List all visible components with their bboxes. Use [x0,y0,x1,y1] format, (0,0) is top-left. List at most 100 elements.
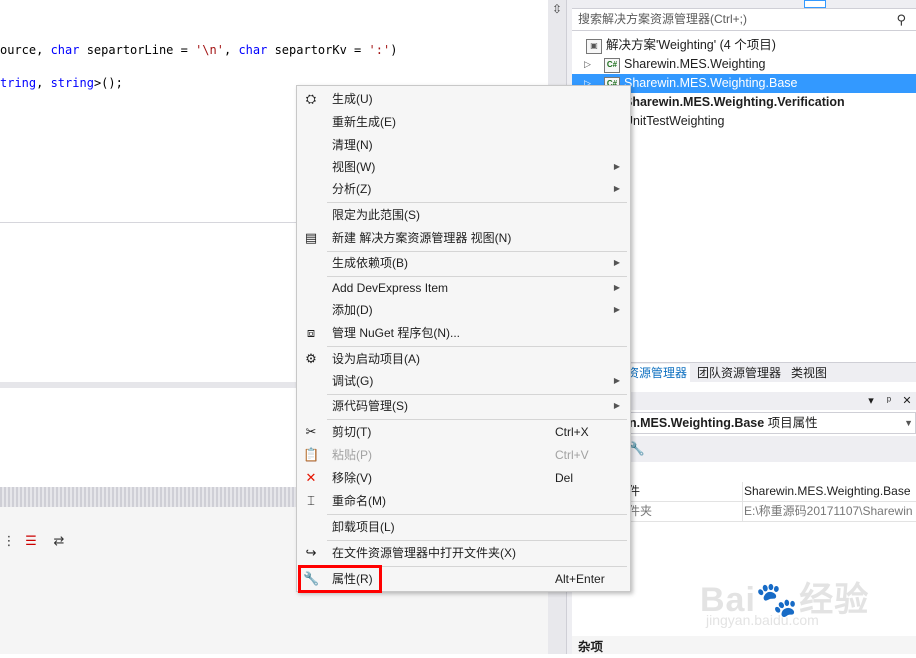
property-category-label: 杂项 [572,636,916,654]
menu-item-label: 添加(D) [332,303,373,317]
code-token: , [36,76,51,90]
menu-item-label: 清理(N) [332,138,373,152]
expand-arrow-icon[interactable]: ▷ [584,55,591,74]
gear-icon: ⚙ [305,351,317,366]
code-token: , [223,43,239,57]
menu-item-scope-to-this[interactable]: 限定为此范围(S) [297,204,630,226]
menu-item-label: 分析(Z) [332,182,372,196]
menu-item-remove[interactable]: ✕ 移除(V) Del [297,467,630,489]
nuget-icon: ⧈ [306,325,316,340]
menu-shortcut: Ctrl+V [555,448,589,462]
chevron-down-icon[interactable]: ▼ [904,413,913,433]
menu-item-label: 设为启动项目(A) [332,352,420,366]
code-string: ':' [368,43,391,57]
menu-item-set-startup[interactable]: ⚙ 设为启动项目(A) [297,348,630,370]
menu-item-label: 移除(V) [332,471,372,485]
tab-team-explorer[interactable]: 团队资源管理器 [694,364,784,382]
tree-item-label: Sharewin.MES.Weighting.Verification [624,95,845,109]
open-folder-icon: ↪ [305,545,317,560]
menu-item-label: 重新生成(E) [332,115,396,129]
tree-item-solution[interactable]: ▣ 解决方案'Weighting' (4 个项目) [572,36,916,55]
property-value: E:\称重源码20171107\Sharewin [744,504,913,518]
remove-icon: ✕ [305,470,317,485]
menu-item-paste: 📋 粘贴(P) Ctrl+V [297,444,630,466]
submenu-arrow-icon: ▶ [613,258,620,267]
project-context-menu: ⛭ 生成(U) 重新生成(E) 清理(N) 视图(W) ▶ 分析(Z) ▶ 限定… [296,85,631,592]
menu-separator [327,514,627,515]
code-token: ) [390,43,398,57]
toolbar-separator-icon: ⋮ [2,533,16,548]
search-icon[interactable]: ⚲ [896,9,906,30]
tree-item-label: UnitTestWeighting [624,114,725,128]
code-string: '\n' [195,43,224,57]
solution-explorer-search-input[interactable]: 搜索解决方案资源管理器(Ctrl+;) ⚲ [572,9,916,31]
menu-item-label: 剪切(T) [332,425,372,439]
menu-item-label: 生成依赖项(B) [332,256,408,270]
solution-explorer-toolbar [572,0,916,9]
rename-icon: ⌶ [307,493,315,508]
clear-list-icon[interactable]: ☰ [22,532,40,550]
menu-item-debug[interactable]: 调试(G) ▶ [297,370,630,392]
tree-item-label: Sharewin.MES.Weighting.Base [624,76,798,90]
tab-class-view[interactable]: 类视图 [788,364,830,382]
menu-item-label: 管理 NuGet 程序包(N)... [332,326,461,340]
menu-item-build[interactable]: ⛭ 生成(U) [297,88,630,110]
menu-item-open-in-explorer[interactable]: ↪ 在文件资源管理器中打开文件夹(X) [297,542,630,564]
menu-item-new-explorer-view[interactable]: ▤ 新建 解决方案资源管理器 视图(N) [297,227,630,249]
menu-item-add[interactable]: 添加(D) ▶ [297,299,630,321]
menu-item-label: 重命名(M) [332,494,386,508]
menu-item-manage-nuget[interactable]: ⧈ 管理 NuGet 程序包(N)... [297,322,630,344]
submenu-arrow-icon: ▶ [613,376,620,385]
submenu-arrow-icon: ▶ [613,305,620,314]
menu-item-analyze[interactable]: 分析(Z) ▶ [297,178,630,200]
paste-icon: 📋 [303,447,320,462]
menu-separator [327,202,627,203]
menu-item-label: 源代码管理(S) [332,399,408,413]
baidu-watermark: Bai🐾经验 jingyan.baidu.com [700,572,880,636]
close-icon[interactable]: ✕ [900,392,914,410]
submenu-arrow-icon: ▶ [613,401,620,410]
solution-icon: ▣ [586,39,602,54]
toolbar-toggle-button[interactable] [804,0,826,8]
menu-item-rename[interactable]: ⌶ 重命名(M) [297,490,630,512]
submenu-arrow-icon: ▶ [613,184,620,193]
menu-item-build-dependencies[interactable]: 生成依赖项(B) ▶ [297,252,630,274]
annotation-highlight-box [298,565,382,593]
menu-item-label: 新建 解决方案资源管理器 视图(N) [332,231,512,245]
menu-separator [327,419,627,420]
split-window-icon[interactable]: ⇳ [549,1,565,17]
menu-item-label: 生成(U) [332,92,373,106]
menu-shortcut: Del [555,471,574,485]
code-token: ource, [0,43,51,57]
property-column-divider[interactable] [742,482,743,522]
dropdown-icon[interactable]: ▾ [864,392,878,410]
menu-item-unload-project[interactable]: 卸载项目(L) [297,516,630,538]
tree-item-project[interactable]: ▷ C# Sharewin.MES.Weighting [572,55,916,74]
code-token: separtorLine = [79,43,196,57]
code-keyword: string [50,76,94,90]
code-keyword: char [50,43,80,57]
pin-icon[interactable]: ᵖ [882,392,896,410]
menu-item-label: 在文件资源管理器中打开文件夹(X) [332,546,516,560]
toggle-wrap-icon[interactable]: ⇄ [50,532,68,550]
menu-item-source-control[interactable]: 源代码管理(S) ▶ [297,395,630,417]
submenu-arrow-icon: ▶ [613,283,620,292]
code-line-1: ource, char separtorLine = '\n', char se… [0,43,397,57]
menu-item-cut[interactable]: ✂ 剪切(T) Ctrl+X [297,421,630,443]
tab-solution-explorer[interactable]: 资源管理器 [624,364,691,382]
menu-item-clean[interactable]: 清理(N) [297,134,630,156]
menu-item-label: 视图(W) [332,160,376,174]
menu-item-label: 粘贴(P) [332,448,372,462]
new-view-icon: ▤ [304,230,318,245]
csharp-project-icon: C# [604,58,620,73]
menu-item-label: 卸载项目(L) [332,520,395,534]
menu-separator [327,346,627,347]
menu-item-rebuild[interactable]: 重新生成(E) [297,111,630,133]
menu-item-label: Add DevExpress Item [332,281,449,295]
menu-item-view[interactable]: 视图(W) ▶ [297,156,630,178]
menu-shortcut: Ctrl+X [555,425,589,439]
build-icon: ⛭ [305,91,317,106]
code-token: >(); [93,76,123,90]
menu-item-add-devexpress[interactable]: Add DevExpress Item ▶ [297,277,630,299]
tree-item-label: 解决方案'Weighting' (4 个项目) [606,38,776,52]
